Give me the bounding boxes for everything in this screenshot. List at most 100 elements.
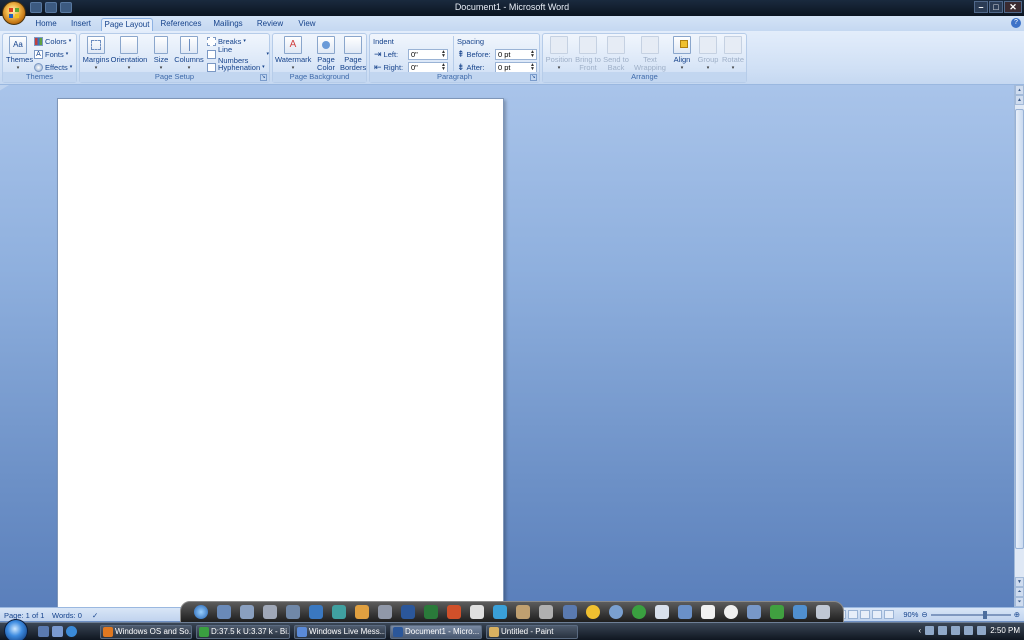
draft-view-icon[interactable] xyxy=(884,610,894,619)
text-wrapping-button[interactable]: Text Wrapping xyxy=(632,36,668,72)
page-setup-launcher-icon[interactable]: ↘ xyxy=(260,74,267,81)
paragraph-launcher-icon[interactable]: ↘ xyxy=(530,74,537,81)
tab-review[interactable]: Review xyxy=(256,18,284,31)
spinner-arrows-icon[interactable]: ▲ ▼ xyxy=(530,50,535,59)
fonts-button[interactable]: A Fonts ▾ xyxy=(34,49,68,60)
taskbar-button-utorrent[interactable]: D:37.5 k U:3.37 k - Bi... xyxy=(196,625,290,639)
size-button[interactable]: Size ▾ xyxy=(151,36,171,72)
paint-dock-icon[interactable] xyxy=(354,605,369,619)
previous-page-icon[interactable]: ⏶ xyxy=(1015,587,1024,597)
calculator-dock-icon[interactable] xyxy=(562,605,577,619)
tools-dock-icon[interactable] xyxy=(262,605,277,619)
network-tray-icon[interactable] xyxy=(925,626,935,635)
tab-home[interactable]: Home xyxy=(34,18,58,31)
pen-dock-icon[interactable] xyxy=(493,605,508,619)
scissors-dock-icon[interactable] xyxy=(539,605,554,619)
tab-mailings[interactable]: Mailings xyxy=(212,18,244,31)
powerpoint-dock-icon[interactable] xyxy=(447,605,462,619)
contacts-dock-icon[interactable] xyxy=(793,605,808,619)
vertical-scrollbar[interactable]: ▴ ▲ ▼ ⏶ ⏷ xyxy=(1014,85,1024,607)
start-button[interactable] xyxy=(4,619,28,640)
minimize-button[interactable]: – xyxy=(974,1,988,13)
network-dock-icon[interactable] xyxy=(677,605,692,619)
calendar-dock-icon[interactable] xyxy=(700,605,715,619)
maximize-button[interactable]: □ xyxy=(989,1,1003,13)
rotate-button[interactable]: Rotate ▾ xyxy=(721,36,745,72)
search-dock-icon[interactable] xyxy=(608,605,623,619)
zoom-out-icon[interactable]: ⊖ xyxy=(921,610,927,619)
word-count-status[interactable]: Words: 0 xyxy=(52,611,82,620)
document-page[interactable] xyxy=(57,98,504,607)
recycle-bin-dock-icon[interactable] xyxy=(816,605,831,619)
web-layout-icon[interactable] xyxy=(860,610,870,619)
music-dock-icon[interactable] xyxy=(331,605,346,619)
messenger-tray-icon[interactable] xyxy=(964,626,974,635)
zoom-in-icon[interactable]: ⊕ xyxy=(1014,610,1020,619)
clock-dock-icon[interactable] xyxy=(723,605,738,619)
full-screen-reading-icon[interactable] xyxy=(848,610,858,619)
spinner-arrows-icon[interactable]: ▲ ▼ xyxy=(441,50,446,59)
switch-windows-icon[interactable] xyxy=(52,626,63,637)
page-count-status[interactable]: Page: 1 of 1 xyxy=(4,611,44,620)
brush-dock-icon[interactable] xyxy=(516,605,531,619)
proofing-check-icon[interactable]: ✓ xyxy=(92,611,98,620)
weather-dock-icon[interactable] xyxy=(585,605,600,619)
folder-dock-icon[interactable] xyxy=(216,605,231,619)
notepad-dock-icon[interactable] xyxy=(654,605,669,619)
taskbar-button-paint[interactable]: Untitled - Paint xyxy=(486,625,578,639)
scroll-down-icon[interactable]: ▼ xyxy=(1015,577,1024,587)
zoom-slider-knob[interactable] xyxy=(982,610,987,619)
close-button[interactable]: ✕ xyxy=(1004,1,1022,13)
security-tray-icon[interactable] xyxy=(951,626,961,635)
page-borders-button[interactable]: Page Borders xyxy=(340,36,366,72)
volume-tray-icon[interactable] xyxy=(938,626,948,635)
mail-dock-icon[interactable] xyxy=(747,605,762,619)
tray-expand-icon[interactable]: ‹ xyxy=(919,626,922,635)
group-button[interactable]: Group ▾ xyxy=(696,36,720,72)
spinner-arrows-icon[interactable]: ▲ ▼ xyxy=(441,63,446,72)
zoom-slider[interactable] xyxy=(930,610,1011,619)
tab-insert[interactable]: Insert xyxy=(68,18,94,31)
word-dock-icon[interactable] xyxy=(401,605,416,619)
tab-view[interactable]: View xyxy=(296,18,318,31)
drive-dock-icon[interactable] xyxy=(285,605,300,619)
documents-dock-icon[interactable] xyxy=(239,605,254,619)
watermark-button[interactable]: A Watermark ▾ xyxy=(275,36,311,72)
scroll-thumb[interactable] xyxy=(1015,109,1024,549)
themes-button[interactable]: Aa Themes ▾ xyxy=(6,36,33,72)
excel-dock-icon[interactable] xyxy=(424,605,439,619)
spinner-arrows-icon[interactable]: ▲ ▼ xyxy=(530,63,535,72)
office-button[interactable] xyxy=(2,1,26,25)
media-dock-icon[interactable] xyxy=(308,605,323,619)
utorrent-dock-icon[interactable] xyxy=(631,605,646,619)
line-numbers-button[interactable]: Line Numbers ▾ xyxy=(207,45,269,65)
orientation-button[interactable]: Orientation ▾ xyxy=(110,36,148,72)
taskbar-button-word[interactable]: Document1 - Micro... xyxy=(390,625,482,639)
tab-references[interactable]: References xyxy=(160,18,202,31)
align-button[interactable]: Align ▾ xyxy=(670,36,694,72)
browser-dock-icon[interactable] xyxy=(193,605,208,619)
colors-button[interactable]: Colors ▾ xyxy=(34,36,71,47)
next-page-icon[interactable]: ⏷ xyxy=(1015,597,1024,607)
send-to-back-button[interactable]: Send to Back xyxy=(602,36,630,72)
power-tray-icon[interactable] xyxy=(977,626,987,635)
zoom-level[interactable]: 90% xyxy=(903,610,918,619)
scroll-up-icon[interactable]: ▲ xyxy=(1015,95,1024,105)
bring-to-front-button[interactable]: Bring to Front xyxy=(574,36,602,72)
columns-button[interactable]: Columns ▾ xyxy=(174,36,204,72)
spacing-before-field[interactable]: 0 pt ▲ ▼ xyxy=(495,49,537,60)
position-button[interactable]: Position ▾ xyxy=(545,36,573,72)
tab-page-layout[interactable]: Page Layout xyxy=(101,18,153,31)
left-indent-field[interactable]: 0" ▲ ▼ xyxy=(408,49,448,60)
taskbar-button-firefox[interactable]: Windows OS and So... xyxy=(100,625,192,639)
internet-explorer-icon[interactable] xyxy=(66,626,77,637)
page-color-button[interactable]: Page Color xyxy=(314,36,338,72)
settings-dock-icon[interactable] xyxy=(378,605,393,619)
taskbar-button-messenger[interactable]: Windows Live Mess... xyxy=(294,625,386,639)
outline-view-icon[interactable] xyxy=(872,610,882,619)
help-icon[interactable]: ? xyxy=(1011,18,1021,28)
clock[interactable]: 2:50 PM xyxy=(990,626,1020,635)
reader-dock-icon[interactable] xyxy=(470,605,485,619)
show-desktop-icon[interactable] xyxy=(38,626,49,637)
margins-button[interactable]: Margins ▾ xyxy=(82,36,110,72)
